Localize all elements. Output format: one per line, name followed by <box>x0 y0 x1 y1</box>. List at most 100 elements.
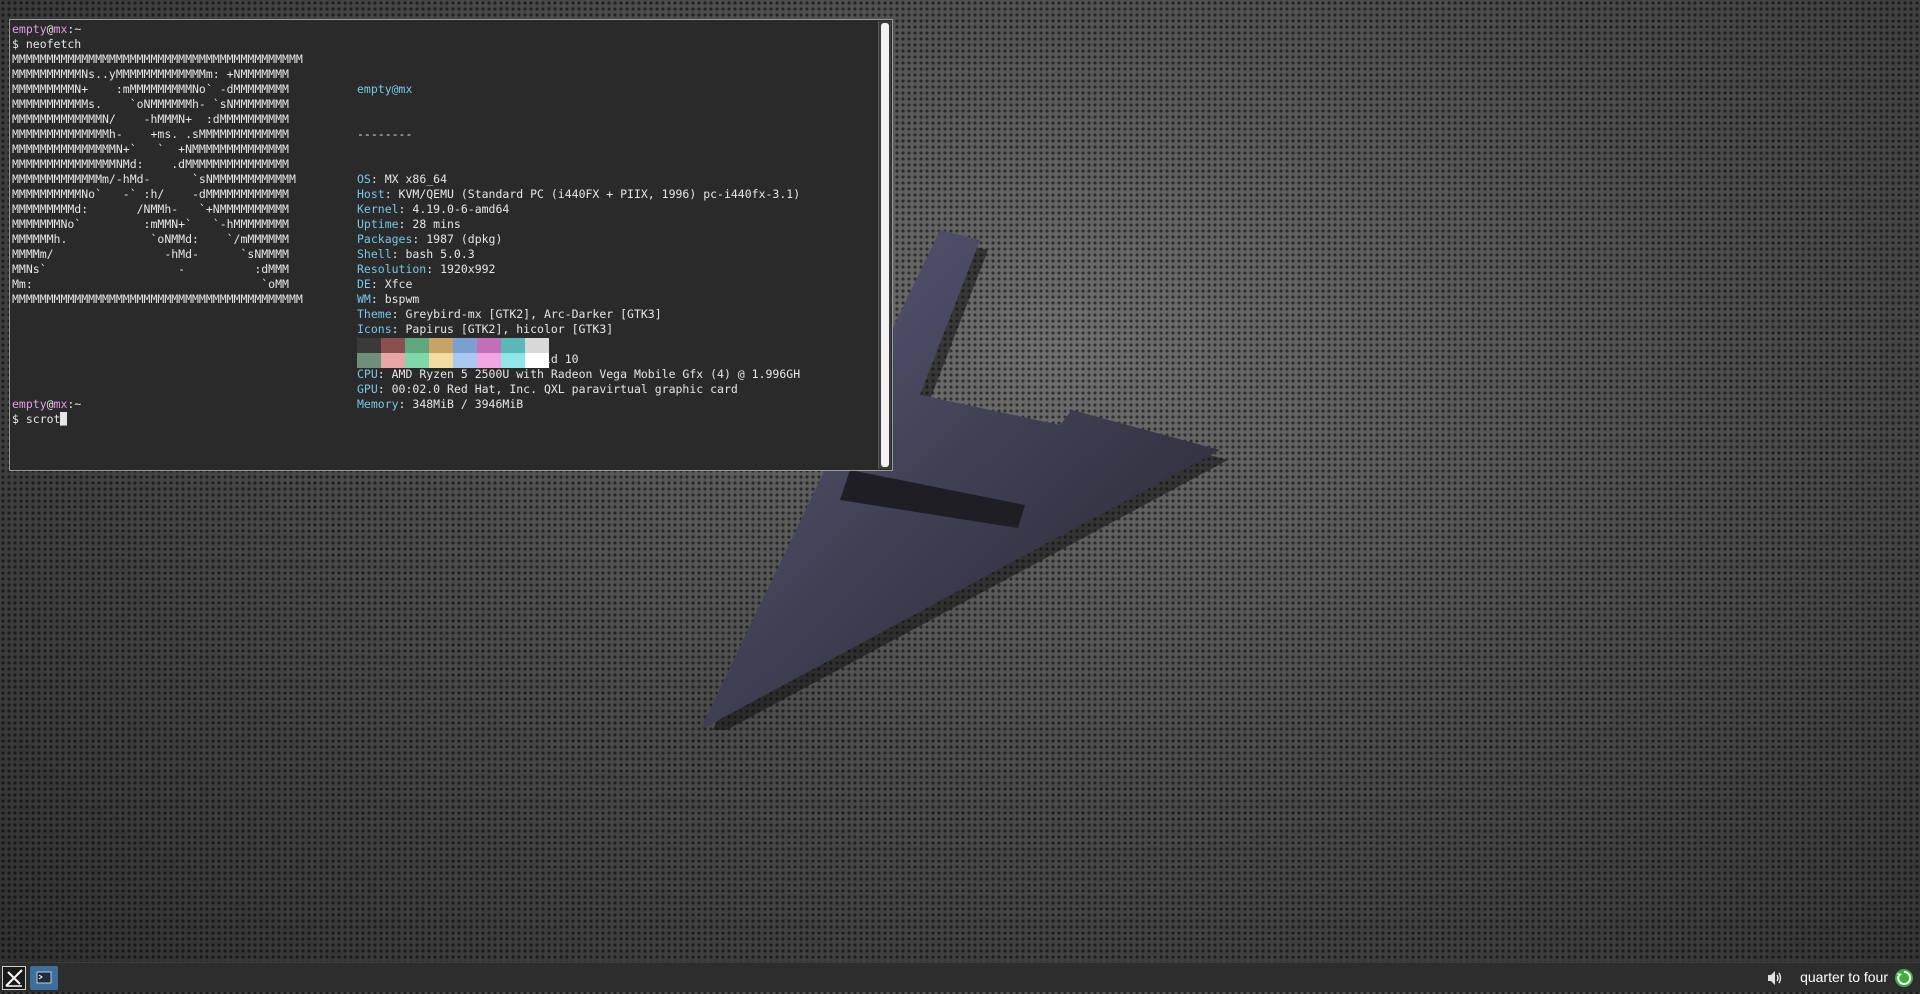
ascii-line: MMMMMMMMMd: /NMMh- `+NMMMMMMMMMM <box>12 202 289 216</box>
ascii-line: MMMMMMMMMMMMMMMNMd: .dMMMMMMMMMMMMMMM <box>12 157 289 171</box>
updater-icon[interactable] <box>1894 968 1914 988</box>
info-line: Theme: Greybird-mx [GTK2], Arc-Darker [G… <box>357 307 800 322</box>
palette-swatch <box>477 353 501 368</box>
ascii-line: MMMMMMMMMMMMMMMMMMMMMMMMMMMMMMMMMMMMMMMM… <box>12 292 303 306</box>
palette-swatch <box>477 338 501 353</box>
system-info: empty@mx -------- OS: MX x86_64 Host: KVM… <box>357 52 800 442</box>
info-value: : 1920x992 <box>426 262 496 276</box>
mx-logo-icon <box>5 969 23 987</box>
ascii-line: MMMMMMh. `oNMMd: `/mMMMMMM <box>12 232 289 246</box>
palette-swatch <box>381 338 405 353</box>
info-key: OS <box>357 172 371 186</box>
volume-icon[interactable] <box>1766 969 1784 987</box>
command-neofetch: $ neofetch <box>12 37 82 51</box>
info-key: Icons <box>357 322 392 336</box>
info-key: Theme <box>357 307 392 321</box>
taskbar-terminal-button[interactable] <box>30 966 58 990</box>
info-line: Shell: bash 5.0.3 <box>357 247 800 262</box>
info-line: Memory: 348MiB / 3946MiB <box>357 397 800 412</box>
info-value: : AMD Ryzen 5 2500U with Radeon Vega Mob… <box>377 367 801 381</box>
prompt-host: mx <box>53 397 68 411</box>
ascii-logo: MMMMMMMMMMMMMMMMMMMMMMMMMMMMMMMMMMMMMMMM… <box>12 52 303 307</box>
info-line: Icons: Papirus [GTK2], hicolor [GTK3] <box>357 322 800 337</box>
prompt-at: @ <box>46 22 54 36</box>
taskbar: quarter to four <box>0 962 1920 992</box>
info-value: : 4.19.0-6-amd64 <box>398 202 510 216</box>
ascii-line: Mm: `oMM <box>12 277 289 291</box>
info-value: : bspwm <box>370 292 420 306</box>
info-key: CPU <box>357 367 378 381</box>
palette-swatch <box>405 338 429 353</box>
scrollbar-thumb[interactable] <box>881 23 889 467</box>
palette-swatch <box>453 338 477 353</box>
ascii-line: MMMMMMMMMMMMMm/-hMd- `sNMMMMMMMMMMMM <box>12 172 296 186</box>
ascii-line: MMMMMMMMMMMMMMh- +ms. .sMMMMMMMMMMMMM <box>12 127 289 141</box>
palette-swatch <box>357 353 381 368</box>
info-line: DE: Xfce <box>357 277 800 292</box>
scrollbar[interactable] <box>878 21 891 469</box>
info-line: Kernel: 4.19.0-6-amd64 <box>357 202 800 217</box>
info-value: : 28 mins <box>398 217 461 231</box>
info-key: DE <box>357 277 371 291</box>
prompt-user: empty <box>12 397 47 411</box>
info-value: : bash 5.0.3 <box>391 247 475 261</box>
prompt-line-2: empty@mx:~ <box>12 397 81 412</box>
info-line: OS: MX x86_64 <box>357 172 800 187</box>
info-value: : Greybird-mx [GTK2], Arc-Darker [GTK3] <box>391 307 662 321</box>
info-value: : Xfce <box>370 277 413 291</box>
ascii-line: MMMMMMMMMMNo` -` :h/ -dMMMMMMMMMMMM <box>12 187 289 201</box>
info-key: Memory <box>357 397 399 411</box>
palette-swatch <box>381 353 405 368</box>
command-scrot: $ scrot <box>12 412 61 426</box>
info-line: WM: bspwm <box>357 292 800 307</box>
palette-swatch <box>525 338 549 353</box>
info-line: Packages: 1987 (dpkg) <box>357 232 800 247</box>
command-line[interactable]: $ scrot_ <box>12 412 68 427</box>
terminal-window[interactable]: empty@mx:~ $ neofetch MMMMMMMMMMMMMMMMMM… <box>9 19 893 471</box>
info-key: Host <box>357 187 385 201</box>
info-value: : 1987 (dpkg) <box>412 232 503 246</box>
palette-swatch <box>453 353 477 368</box>
prompt-host: mx <box>53 22 68 36</box>
info-key: Kernel <box>357 202 399 216</box>
ascii-line: MMMMMMMNo` :mMMN+` `-hMMMMMMMM <box>12 217 289 231</box>
palette-swatch <box>405 353 429 368</box>
prompt-line-1: empty@mx:~ <box>12 22 81 37</box>
info-key: WM <box>357 292 371 306</box>
info-value: : Papirus [GTK2], hicolor [GTK3] <box>391 322 614 336</box>
info-key: GPU <box>357 382 378 396</box>
info-key: Resolution <box>357 262 427 276</box>
app-menu-button[interactable] <box>2 966 26 990</box>
terminal-output[interactable]: empty@mx:~ $ neofetch MMMMMMMMMMMMMMMMMM… <box>12 22 876 468</box>
info-value: : MX x86_64 <box>370 172 448 186</box>
info-line: Resolution: 1920x992 <box>357 262 800 277</box>
palette-swatch <box>501 353 525 368</box>
ascii-line: MMMMMMMMMN+ :mMMMMMMMMMNo` -dMMMMMMMM <box>12 82 289 96</box>
ascii-line: MMMMMMMMMMMMMN/ -hMMMN+ :dMMMMMMMMMM <box>12 112 289 126</box>
info-line: Host: KVM/QEMU (Standard PC (i440FX + PI… <box>357 187 800 202</box>
prompt-path: :~ <box>67 22 82 36</box>
prompt-user: empty <box>12 22 47 36</box>
info-value: : KVM/QEMU (Standard PC (i440FX + PIIX, … <box>384 187 801 201</box>
info-value: : 348MiB / 3946MiB <box>398 397 524 411</box>
info-line: CPU: AMD Ryzen 5 2500U with Radeon Vega … <box>357 367 800 382</box>
text-cursor: _ <box>60 412 68 426</box>
info-title: empty@mx <box>357 82 413 96</box>
info-key: Packages <box>357 232 413 246</box>
palette-swatch <box>501 338 525 353</box>
info-key: Uptime <box>357 217 399 231</box>
ascii-line: MMMMMMMMMMMs. `oNMMMMMMh- `sNMMMMMMMM <box>12 97 289 111</box>
color-palette <box>357 338 549 368</box>
palette-swatch <box>357 338 381 353</box>
ascii-line: MMMMMMMMMMMMMMMMMMMMMMMMMMMMMMMMMMMMMMMM… <box>12 52 303 66</box>
ascii-line: MMNs` - :dMMM <box>12 262 289 276</box>
clock[interactable]: quarter to four <box>1800 969 1888 985</box>
info-key: Shell <box>357 247 392 261</box>
info-separator: -------- <box>357 127 413 141</box>
terminal-icon <box>36 971 52 984</box>
ascii-line: MMMMm/ -hMd- `sNMMMM <box>12 247 289 261</box>
prompt-at: @ <box>46 397 54 411</box>
info-value: : 00:02.0 Red Hat, Inc. QXL paravirtual … <box>377 382 738 396</box>
info-line: GPU: 00:02.0 Red Hat, Inc. QXL paravirtu… <box>357 382 800 397</box>
info-line: Uptime: 28 mins <box>357 217 800 232</box>
